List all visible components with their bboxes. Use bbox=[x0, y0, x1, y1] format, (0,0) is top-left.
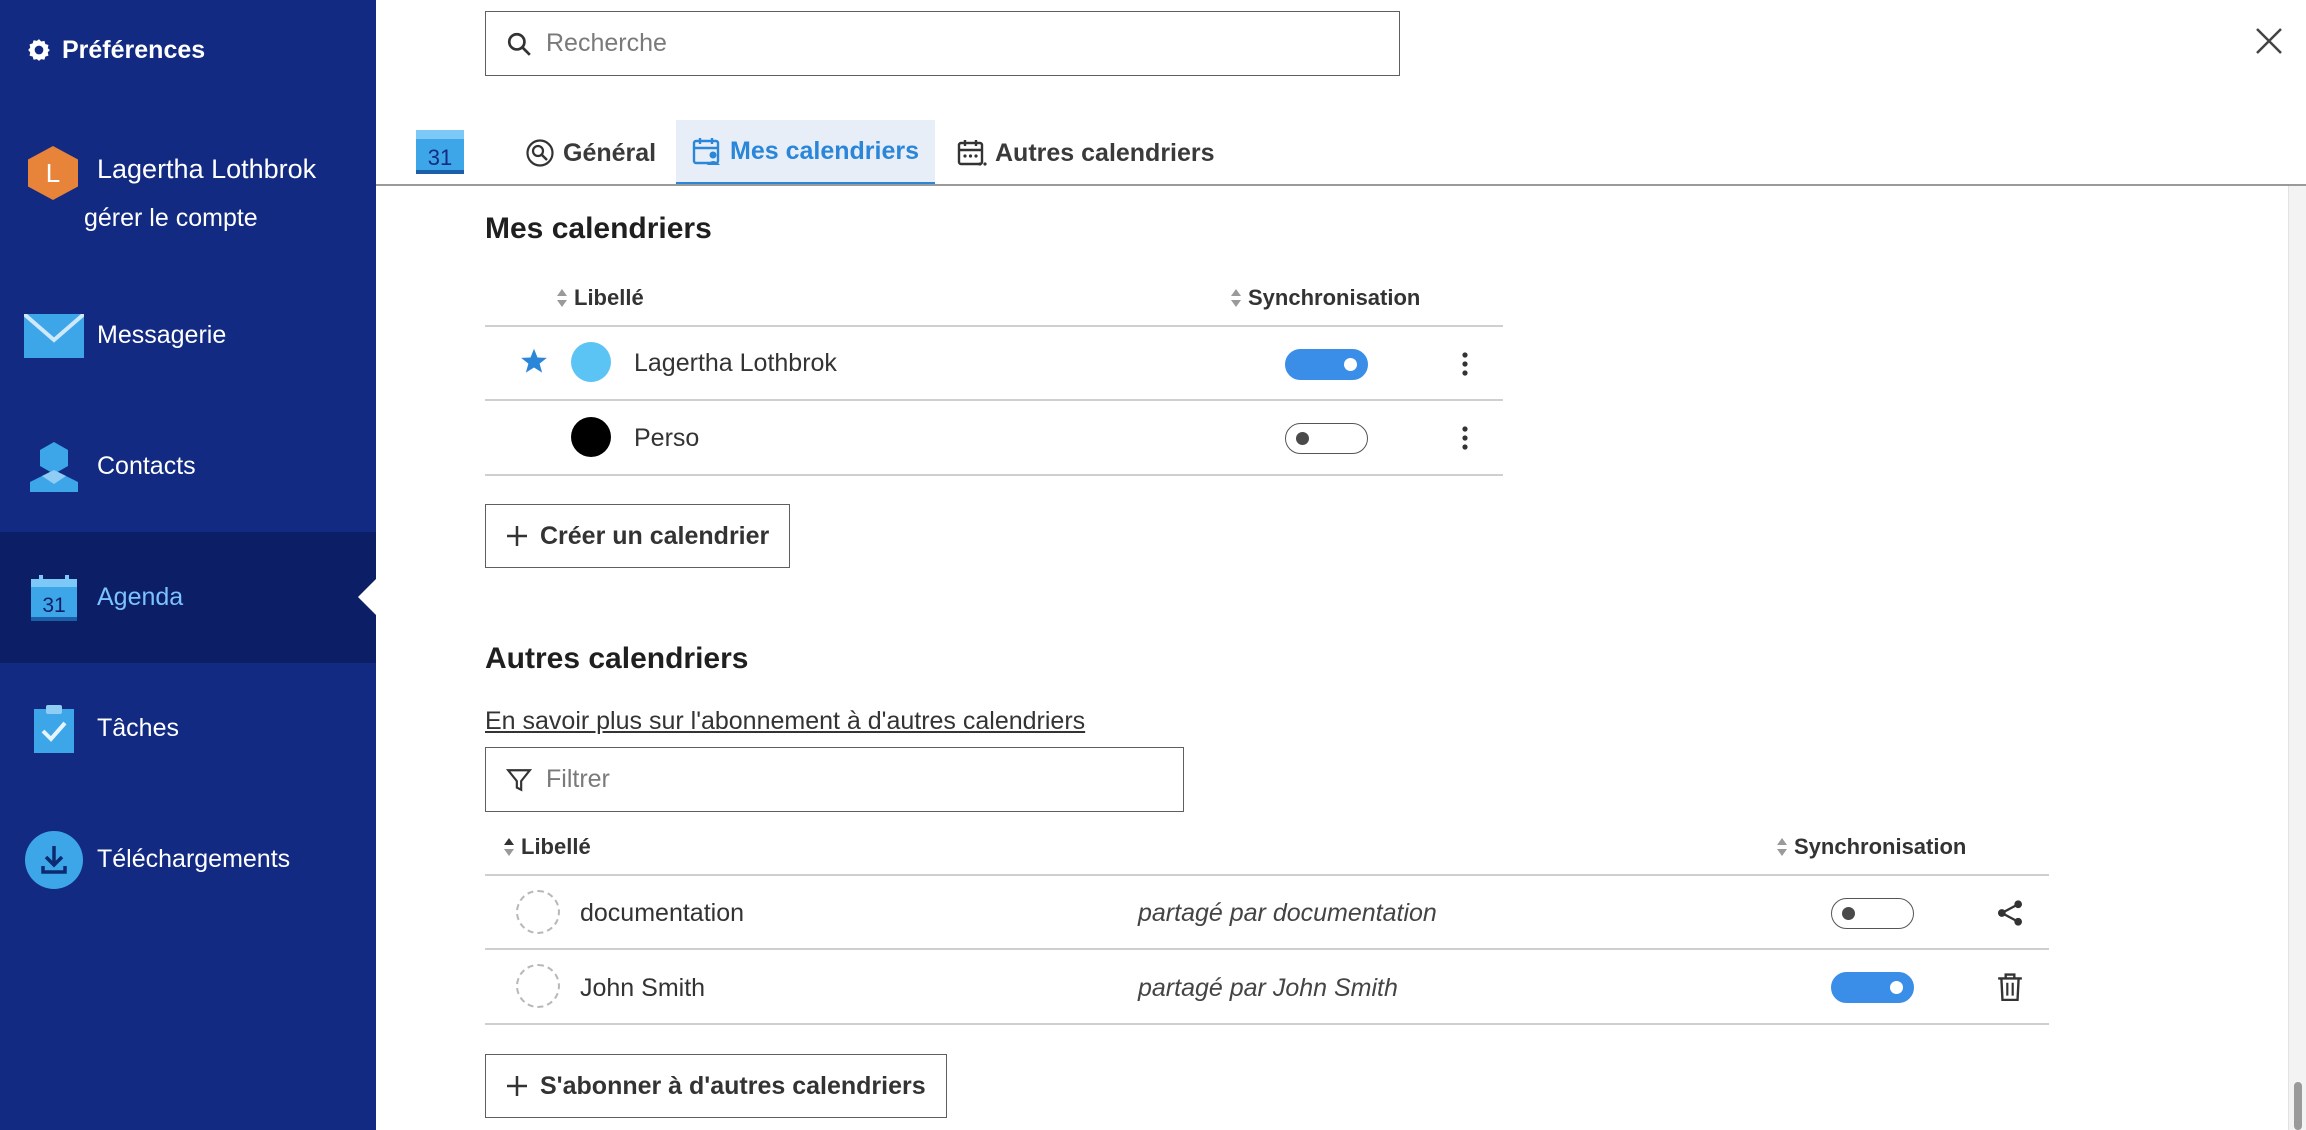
manage-account-link[interactable]: gérer le compte bbox=[84, 204, 258, 233]
scrollbar-thumb[interactable] bbox=[2294, 1082, 2302, 1130]
filter-input[interactable] bbox=[546, 765, 1146, 794]
shared-by-label: partagé par documentation bbox=[1138, 899, 1437, 927]
plus-icon bbox=[507, 526, 527, 546]
sidebar-item-taches[interactable]: Tâches bbox=[0, 663, 376, 794]
star-icon[interactable] bbox=[520, 347, 548, 375]
envelope-icon bbox=[24, 306, 84, 366]
preferences-header: Préférences bbox=[26, 30, 205, 70]
tab-label: Général bbox=[563, 138, 657, 167]
filter-field[interactable] bbox=[485, 747, 1184, 812]
account-name[interactable]: Lagertha Lothbrok bbox=[97, 154, 316, 185]
calendar-icon: 31 bbox=[24, 568, 84, 628]
sidebar-item-label: Téléchargements bbox=[97, 845, 291, 873]
sidebar-item-agenda[interactable]: 31 Agenda bbox=[0, 532, 376, 663]
sort-icon bbox=[557, 289, 567, 307]
toggle-knob bbox=[1344, 358, 1357, 371]
table-divider bbox=[485, 948, 2049, 950]
sort-icon bbox=[1777, 838, 1787, 856]
settings-search-icon bbox=[526, 139, 554, 167]
sidebar-item-label: Contacts bbox=[97, 452, 196, 480]
contact-icon bbox=[24, 437, 84, 497]
toggle-knob bbox=[1296, 432, 1309, 445]
calendar-name: Lagertha Lothbrok bbox=[634, 349, 837, 377]
sidebar-item-label: Tâches bbox=[97, 714, 179, 742]
account-avatar[interactable]: L bbox=[28, 146, 78, 200]
toggle-knob bbox=[1842, 907, 1855, 920]
more-options-icon[interactable] bbox=[1455, 423, 1475, 453]
tab-autres-calendriers[interactable]: Autres calendriers bbox=[941, 120, 1231, 186]
column-header-libelle[interactable]: Libellé bbox=[503, 834, 591, 860]
gear-icon bbox=[28, 39, 50, 61]
subscribe-calendars-button[interactable]: S'abonner à d'autres calendriers bbox=[485, 1054, 947, 1118]
table-divider bbox=[485, 474, 1503, 476]
column-header-synchronisation[interactable]: Synchronisation bbox=[1776, 834, 1966, 860]
tab-label: Autres calendriers bbox=[995, 138, 1215, 167]
calendar-color-placeholder[interactable] bbox=[516, 964, 560, 1008]
search-icon bbox=[507, 32, 531, 56]
filter-icon bbox=[506, 768, 532, 792]
sidebar-item-messagerie[interactable]: Messagerie bbox=[0, 270, 376, 401]
column-header-label: Synchronisation bbox=[1794, 834, 1967, 859]
column-header-label: Synchronisation bbox=[1248, 285, 1421, 310]
calendar-color-swatch[interactable] bbox=[571, 417, 611, 457]
toggle-knob bbox=[1890, 981, 1903, 994]
trash-icon[interactable] bbox=[1997, 973, 2023, 1001]
calendar-day: 31 bbox=[42, 594, 65, 617]
sync-toggle[interactable] bbox=[1285, 423, 1368, 454]
sync-toggle[interactable] bbox=[1285, 349, 1368, 380]
sort-ascending-icon bbox=[504, 838, 514, 856]
sort-icon bbox=[1231, 289, 1241, 307]
avatar-initial: L bbox=[46, 158, 60, 188]
close-icon[interactable] bbox=[2254, 26, 2284, 56]
learn-more-link[interactable]: En savoir plus sur l'abonnement à d'autr… bbox=[485, 707, 1085, 736]
plus-icon bbox=[507, 1076, 527, 1096]
button-label: Créer un calendrier bbox=[540, 521, 770, 550]
table-divider bbox=[485, 874, 2049, 876]
calendar-name: documentation bbox=[580, 899, 745, 927]
column-header-synchronisation[interactable]: Synchronisation bbox=[1230, 285, 1420, 311]
app-calendar-day: 31 bbox=[428, 145, 452, 170]
shared-by-label: partagé par John Smith bbox=[1138, 974, 1398, 1002]
table-divider bbox=[485, 399, 1503, 401]
column-header-label: Libellé bbox=[574, 285, 644, 310]
download-icon bbox=[24, 830, 84, 890]
tab-general[interactable]: Général bbox=[509, 120, 672, 186]
my-calendars-title: Mes calendriers bbox=[485, 212, 712, 245]
calendar-app-icon: 31 bbox=[416, 130, 464, 174]
scrollbar-track[interactable] bbox=[2288, 186, 2306, 1130]
calendar-color-placeholder[interactable] bbox=[516, 890, 560, 934]
sidebar-item-contacts[interactable]: Contacts bbox=[0, 401, 376, 532]
tab-label: Mes calendriers bbox=[730, 136, 919, 165]
column-header-label: Libellé bbox=[521, 834, 591, 859]
sidebar: Préférences L Lagertha Lothbrok gérer le… bbox=[0, 0, 376, 1130]
table-divider bbox=[485, 325, 1503, 327]
sidebar-item-label: Agenda bbox=[97, 583, 184, 611]
share-icon[interactable] bbox=[1996, 899, 2024, 927]
sidebar-item-label: Messagerie bbox=[97, 321, 227, 349]
sidebar-item-telechargements[interactable]: Téléchargements bbox=[0, 794, 376, 925]
search-input[interactable] bbox=[546, 29, 1346, 58]
preferences-title: Préférences bbox=[62, 35, 206, 64]
table-divider bbox=[485, 1023, 2049, 1025]
tab-mes-calendriers[interactable]: Mes calendriers bbox=[676, 120, 935, 186]
search-field[interactable] bbox=[485, 11, 1400, 76]
calendar-name: Perso bbox=[634, 424, 700, 452]
column-header-libelle[interactable]: Libellé bbox=[556, 285, 644, 311]
sync-toggle[interactable] bbox=[1831, 898, 1914, 929]
sync-toggle[interactable] bbox=[1831, 972, 1914, 1003]
calendar-color-swatch[interactable] bbox=[571, 342, 611, 382]
calendar-name: John Smith bbox=[580, 974, 706, 1002]
button-label: S'abonner à d'autres calendriers bbox=[540, 1071, 926, 1100]
more-options-icon[interactable] bbox=[1455, 349, 1475, 379]
create-calendar-button[interactable]: Créer un calendrier bbox=[485, 504, 791, 568]
tabs-divider bbox=[376, 184, 2306, 186]
other-calendars-title: Autres calendriers bbox=[485, 642, 749, 675]
clipboard-check-icon bbox=[24, 699, 84, 759]
calendar-user-icon bbox=[692, 138, 720, 165]
calendar-dots-icon bbox=[957, 140, 987, 166]
